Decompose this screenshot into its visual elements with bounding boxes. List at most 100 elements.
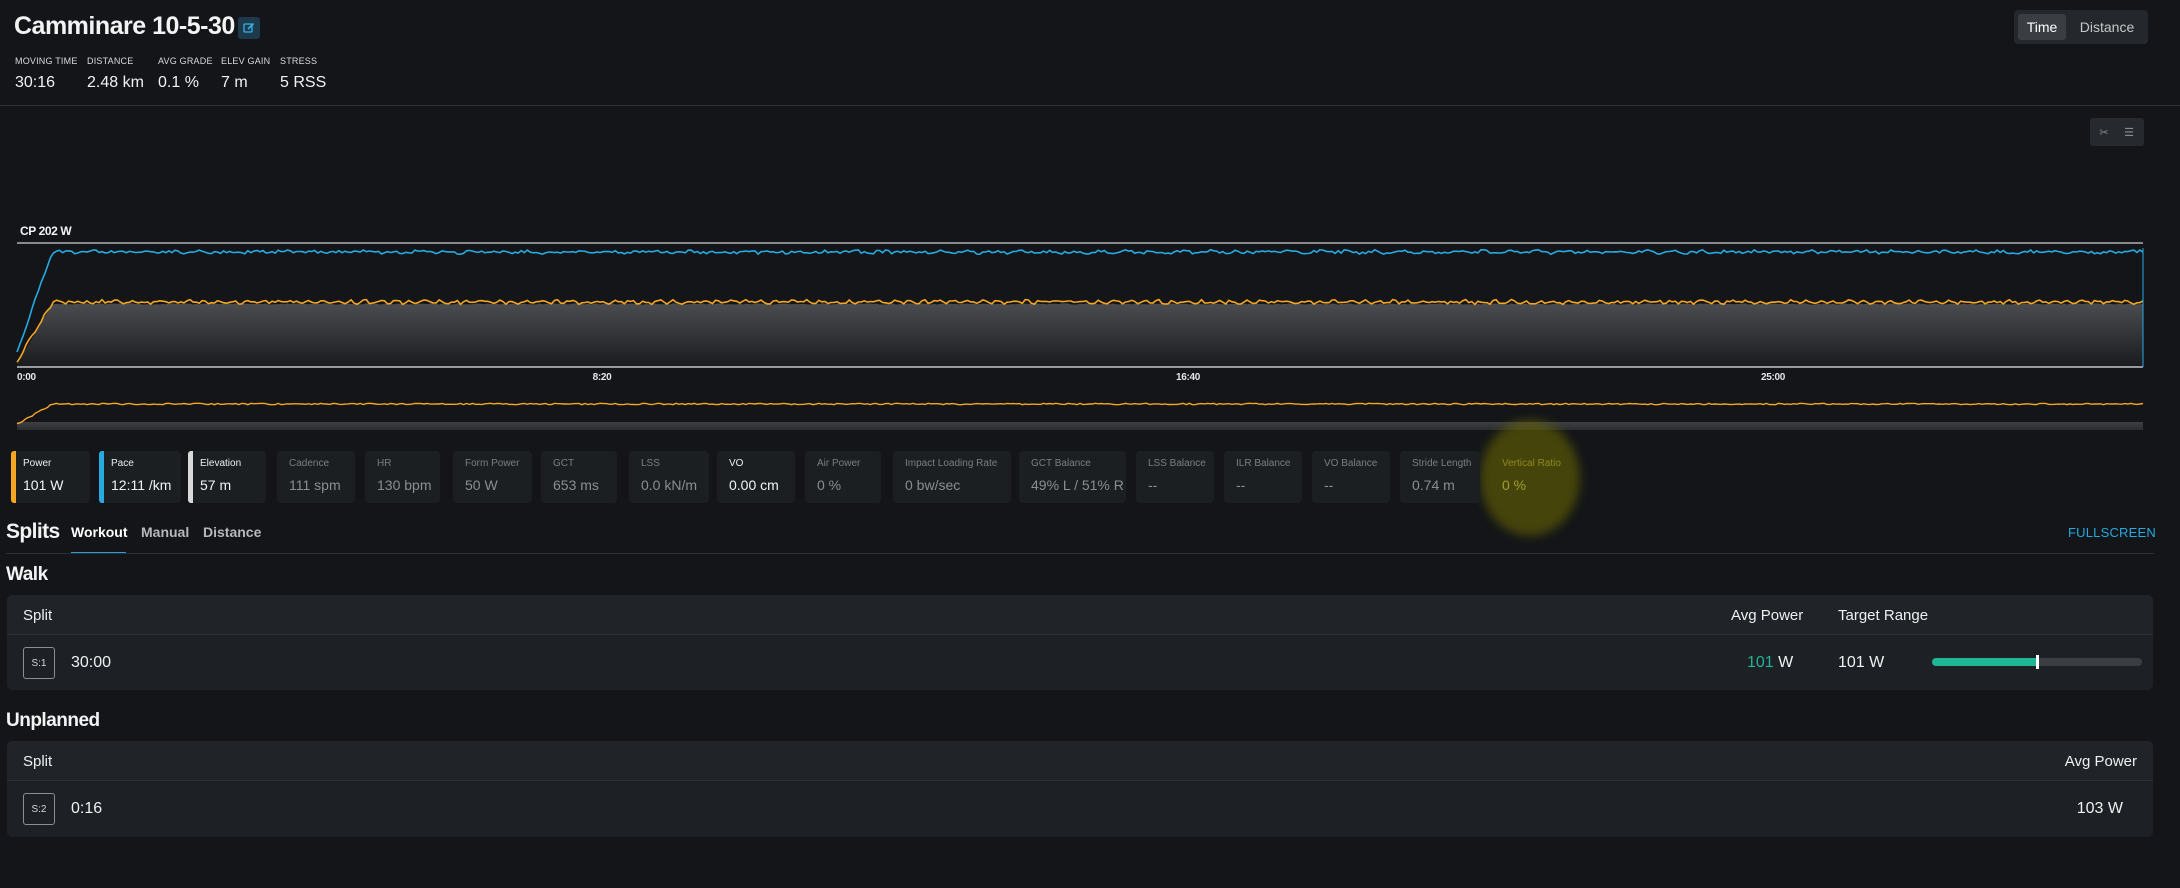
metric-value: 0.1 % [158, 74, 199, 91]
metric-value: 7 m [221, 74, 248, 91]
stat-card-gct[interactable]: GCT 653 ms [541, 451, 617, 503]
stat-card-gct-balance[interactable]: GCT Balance 49% L / 51% R [1019, 451, 1126, 503]
stat-card-power[interactable]: Power 101 W [11, 451, 90, 503]
avg-power-column-header: Avg Power [1731, 607, 1804, 624]
stat-label: GCT Balance [1031, 458, 1091, 469]
header-divider [0, 105, 2180, 106]
stat-value: 12:11 /km [111, 477, 172, 493]
metric-value: 30:16 [15, 74, 56, 91]
stat-value: 49% L / 51% R [1031, 477, 1124, 493]
tab-manual[interactable]: Manual [141, 524, 189, 540]
stat-card-hr[interactable]: HR 130 bpm [365, 451, 440, 503]
stat-label: GCT [553, 458, 575, 469]
stat-card-elevation[interactable]: Elevation 57 m [188, 451, 266, 503]
time-distance-toggle: Time Distance [2014, 10, 2148, 44]
stat-card-air-power[interactable]: Air Power 0 % [805, 451, 881, 503]
split-badge: S:2 [23, 793, 55, 825]
stat-card-pace[interactable]: Pace 12:11 /km [99, 451, 181, 503]
split-column-header: Split [23, 753, 53, 770]
target-range-fill [1932, 658, 2037, 666]
target-range-value: 101 W [1838, 654, 1885, 671]
stat-label: ILR Balance [1236, 458, 1291, 469]
split-duration: 0:16 [71, 800, 103, 817]
stat-label: HR [377, 458, 392, 469]
stat-value: 111 spm [289, 477, 341, 493]
stat-value: 0 % [817, 477, 842, 493]
stat-card-vertical-ratio[interactable]: Vertical Ratio 0 % [1490, 451, 1572, 503]
stat-value: -- [1148, 477, 1158, 493]
stat-label: Form Power [465, 458, 520, 469]
avg-power-number: 101 [1747, 654, 1774, 671]
stat-card-vo[interactable]: VO 0.00 cm [717, 451, 795, 503]
stat-value: 50 W [465, 477, 498, 493]
stat-card-form-power[interactable]: Form Power 50 W [453, 451, 532, 503]
stat-value: 0.0 kN/m [641, 477, 698, 493]
tab-workout[interactable]: Workout [71, 524, 128, 540]
target-range-marker [2036, 655, 2039, 669]
toggle-time-button[interactable]: Time [2018, 14, 2066, 40]
stat-label: Air Power [817, 458, 861, 469]
table-header: Split Avg Power Target Range [7, 595, 2153, 635]
stat-card-vo-balance[interactable]: VO Balance -- [1312, 451, 1390, 503]
metric-stress: STRESS 5 RSS [280, 56, 326, 92]
walk-splits-table: Split Avg Power Target Range S:1 30:00 1… [7, 595, 2153, 690]
stat-value: 653 ms [553, 477, 599, 493]
target-range-bar [1932, 655, 2142, 669]
stat-card-lss-balance[interactable]: LSS Balance -- [1136, 451, 1214, 503]
pencil-icon [243, 22, 255, 33]
activity-chart[interactable] [0, 230, 2180, 430]
split-duration: 30:00 [71, 654, 112, 671]
metric-label: ELEV GAIN [221, 56, 271, 66]
chart-tools: ✂ ☰ [2090, 118, 2144, 146]
avg-power-value: 101 W [1747, 654, 1793, 672]
x-tick-label: 25:00 [1760, 372, 1786, 383]
stat-card-ilr-balance[interactable]: ILR Balance -- [1224, 451, 1302, 503]
activity-title: Camminare 10-5-30 [14, 12, 235, 40]
x-tick-label: 16:40 [1175, 372, 1201, 383]
split-column-header: Split [23, 607, 53, 624]
metric-label: DISTANCE [87, 56, 134, 66]
tab-distance[interactable]: Distance [203, 524, 261, 540]
table-row[interactable]: S:1 30:00 101 W 101 W [7, 635, 2153, 690]
metric-distance: DISTANCE 2.48 km [87, 56, 144, 92]
stat-value: 101 W [23, 477, 64, 493]
stat-label: VO Balance [1324, 458, 1378, 469]
metric-elev-gain: ELEV GAIN 7 m [221, 56, 270, 92]
toggle-distance-button[interactable]: Distance [2070, 14, 2144, 40]
split-badge: S:1 [23, 647, 55, 679]
stat-label: Stride Length [1412, 458, 1472, 469]
overview-power-series [16, 402, 2144, 425]
stat-label: Pace [111, 458, 134, 469]
stat-value: 0.74 m [1412, 477, 1455, 493]
elevation-color-bar [188, 451, 193, 503]
stat-label: Impact Loading Rate [905, 458, 998, 469]
splits-divider [6, 553, 2154, 554]
metric-label: STRESS [280, 56, 318, 66]
elevation-area [17, 303, 2143, 367]
edit-title-button[interactable] [238, 17, 260, 39]
metric-value: 2.48 km [87, 74, 144, 91]
avg-power-value: 103 W [2076, 800, 2123, 817]
stat-card-cadence[interactable]: Cadence 111 spm [277, 451, 355, 503]
scissors-icon[interactable]: ✂ [2093, 122, 2115, 142]
unplanned-section-title: Unplanned [6, 710, 100, 731]
metric-value: 5 RSS [280, 74, 327, 91]
x-tick-label: 8:20 [592, 372, 612, 383]
unplanned-splits-table: Split Avg Power S:2 0:16 103 W [7, 741, 2153, 837]
stat-label: Power [23, 458, 52, 469]
stat-card-lss[interactable]: LSS 0.0 kN/m [629, 451, 709, 503]
stat-value: 0 % [1502, 477, 1527, 493]
stat-value: 130 bpm [377, 477, 432, 493]
splits-title: Splits [6, 520, 60, 543]
avg-power-unit: W [1778, 654, 1794, 671]
list-icon[interactable]: ☰ [2118, 122, 2140, 142]
fullscreen-link[interactable]: FULLSCREEN [2068, 525, 2156, 540]
table-row[interactable]: S:2 0:16 103 W [7, 781, 2153, 837]
stat-card-impact-loading-rate[interactable]: Impact Loading Rate 0 bw/sec [893, 451, 1011, 503]
metric-label: AVG GRADE [158, 56, 213, 66]
stat-label: Vertical Ratio [1502, 458, 1561, 469]
stat-label: VO [729, 458, 744, 469]
target-range-column-header: Target Range [1838, 607, 1929, 624]
pace-color-bar [99, 451, 104, 503]
stat-card-stride-length[interactable]: Stride Length 0.74 m [1400, 451, 1480, 503]
